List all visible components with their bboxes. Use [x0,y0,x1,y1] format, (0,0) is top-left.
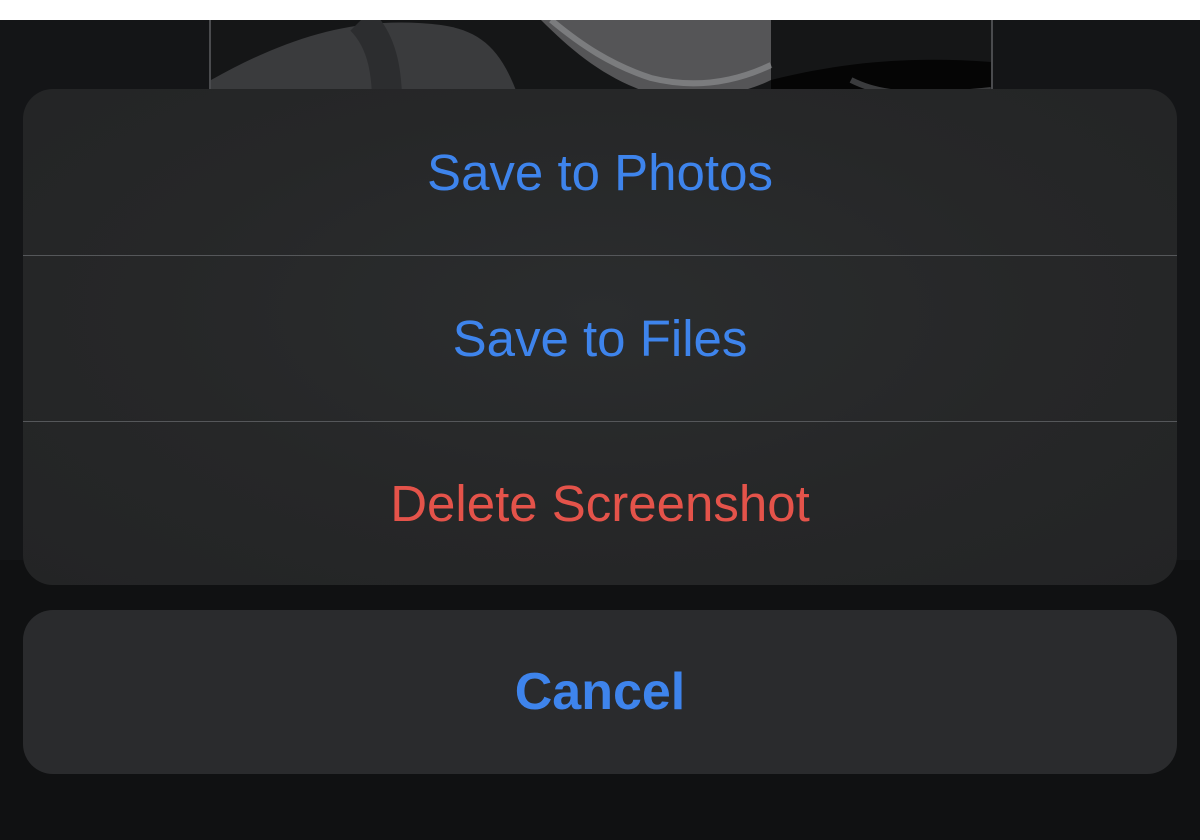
save-to-files-button[interactable]: Save to Files [23,255,1177,421]
cancel-button[interactable]: Cancel [23,610,1177,774]
action-sheet-group: Save to Photos Save to Files Delete Scre… [23,89,1177,585]
cancel-group: Cancel [23,610,1177,774]
save-to-photos-button[interactable]: Save to Photos [23,89,1177,255]
delete-screenshot-button[interactable]: Delete Screenshot [23,421,1177,585]
screen: Save to Photos Save to Files Delete Scre… [0,20,1200,840]
